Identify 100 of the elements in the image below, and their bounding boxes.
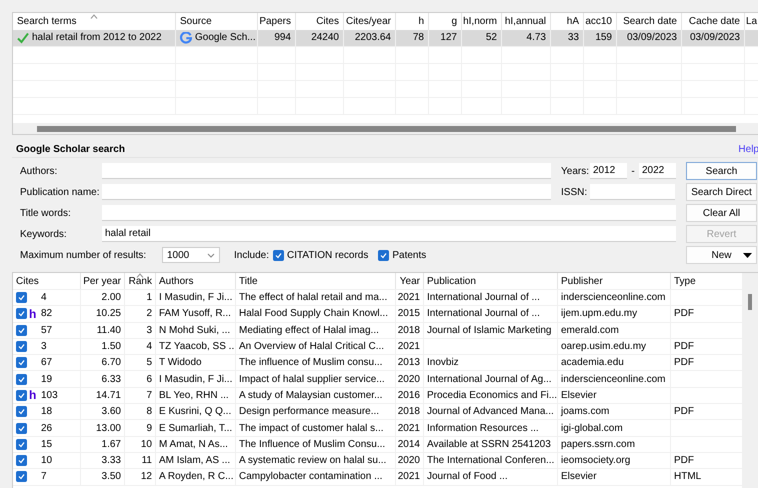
table-cell-text: 4.73 [526, 31, 546, 45]
table-cell: 2018 [398, 324, 420, 336]
table-cell: 57 [41, 324, 52, 336]
table-cell: Impact of halal supplier service... [239, 374, 385, 385]
checkbox[interactable] [16, 390, 27, 401]
table-cell: 6.33 [102, 374, 121, 385]
table-cell: 10.25 [96, 308, 121, 320]
table-cell-text: 03/09/2023 [626, 31, 677, 45]
table-cell: 4 [41, 292, 47, 304]
checkbox[interactable] [16, 341, 27, 352]
table-cell: 10 [140, 438, 152, 450]
table-cell: Journal of Islamic Marketing [427, 324, 552, 336]
checkbox[interactable] [16, 374, 27, 385]
vertical-scrollbar[interactable] [742, 273, 758, 488]
table-cell: ijem.upm.edu.my [561, 308, 638, 320]
table-cell: 1 [146, 292, 152, 304]
table-cell: 7 [41, 471, 47, 482]
column-header[interactable]: Per year [81, 273, 125, 289]
table-cell: inderscienceonline.com [561, 374, 666, 385]
checkbox[interactable] [16, 324, 27, 336]
checkbox[interactable] [273, 250, 284, 260]
checkbox[interactable] [16, 406, 27, 418]
table-cell: International Journal of ... [427, 308, 540, 320]
table-cell-text: 994 [274, 31, 291, 45]
table-cell: 103 [41, 390, 58, 401]
checkbox[interactable] [16, 438, 27, 450]
table-cell: 2015 [398, 308, 420, 320]
panel-title: Google Scholar search [16, 144, 125, 154]
table-cell: Journal of Food ... [427, 471, 508, 482]
checkbox-label: Patents [392, 250, 426, 260]
publication-name-field[interactable] [102, 184, 551, 200]
column-header[interactable]: Year [396, 273, 424, 289]
table-cell: HTML [674, 471, 702, 482]
checkbox[interactable] [16, 308, 27, 320]
keywords-field[interactable]: halal retail [102, 226, 676, 242]
table-cell: Journal of Advanced Mana... [427, 406, 554, 418]
table-cell: Design performance measure... [239, 406, 380, 418]
table-cell: 67 [41, 357, 52, 368]
table-cell: 2020 [398, 374, 420, 385]
field-label: Years: [561, 166, 590, 176]
table-cell: The Influence of Muslim Consu... [239, 438, 386, 450]
table-cell: PDF [674, 308, 694, 320]
table-cell: 2021 [398, 471, 420, 482]
authors-field[interactable] [102, 163, 551, 179]
issn-field[interactable] [590, 184, 675, 200]
table-cell-text: 03/09/2023 [690, 31, 740, 45]
field-label: Publication name: [20, 186, 100, 198]
table-cell: 2020 [398, 455, 420, 466]
column-header[interactable]: Title [236, 273, 396, 289]
column-header[interactable]: Publication [424, 273, 558, 289]
table-cell: PDF [674, 341, 694, 352]
table-cell: Campylobacter contamination ... [239, 471, 382, 482]
checkbox[interactable] [378, 250, 390, 260]
checkbox[interactable] [16, 357, 27, 368]
table-cell: E Sumarliah, T... [159, 422, 232, 434]
table-cell: I Masudin, F Ji... [159, 292, 232, 304]
table-cell: An Overview of Halal Critical C... [239, 341, 384, 352]
table-cell: academia.edu [561, 357, 624, 368]
table-cell: 3 [146, 324, 152, 336]
title-words-field[interactable] [102, 205, 676, 221]
table-cell: 14.71 [96, 390, 121, 401]
table-cell-text: 52 [486, 31, 497, 45]
table-cell: I Masudin, F Ji... [159, 374, 232, 385]
button[interactable]: Search Direct [686, 183, 757, 201]
table-cell: Mediating effect of Halal imag... [239, 324, 379, 336]
table-cell: A Royden, R C... [159, 471, 234, 482]
table-cell: 9 [146, 422, 152, 434]
table-cell: 11 [142, 455, 152, 466]
button[interactable]: Clear All [686, 204, 757, 222]
horizontal-scrollbar[interactable] [13, 123, 758, 134]
checkbox[interactable] [16, 471, 27, 482]
table-cell: 2013 [398, 357, 420, 368]
table-cell: Halal Food Supply Chain Knowl... [239, 308, 388, 320]
column-header[interactable]: Rank [125, 273, 156, 289]
table-cell: 2018 [398, 406, 420, 418]
table-cell: The International Conferen... [427, 455, 554, 466]
table-cell-text: 33 [568, 31, 579, 45]
year-to-field[interactable]: 2022 [639, 163, 676, 179]
max-results-dropdown[interactable]: 1000 [162, 247, 220, 263]
result-row[interactable]: halal retail from 2012 to 2022 Google Sch... 994 24240 2203.64 78 127 52 4.73 33 159 03/09/2023 03/09/2023 [13, 30, 758, 47]
table-cell-text: 2203.64 [354, 31, 391, 45]
field-label: Authors: [20, 166, 58, 176]
checkbox[interactable] [16, 455, 27, 466]
column-header[interactable]: Cites [13, 273, 81, 289]
table-cell: The effect of halal retail and ma... [239, 292, 388, 304]
table-cell: The impact of customer halal s... [239, 422, 384, 434]
table-cell: BL Yeo, RHN ... [159, 390, 229, 401]
button[interactable]: New [686, 246, 757, 264]
checkbox[interactable] [16, 422, 27, 434]
field-label: Keywords: [20, 228, 68, 240]
table-cell: N Mohd Suki, ... [159, 324, 230, 336]
table-cell: FAM Yusoff, R... [159, 308, 231, 320]
button[interactable]: Search [686, 162, 757, 180]
column-header[interactable]: Authors [156, 273, 236, 289]
table-cell: 19 [41, 374, 52, 385]
year-from-field[interactable]: 2012 [590, 163, 627, 179]
checkbox[interactable] [16, 292, 27, 304]
table-cell: T Widodo [159, 357, 202, 368]
column-header[interactable]: Publisher [558, 273, 671, 289]
table-cell: Inovbiz [427, 357, 459, 368]
